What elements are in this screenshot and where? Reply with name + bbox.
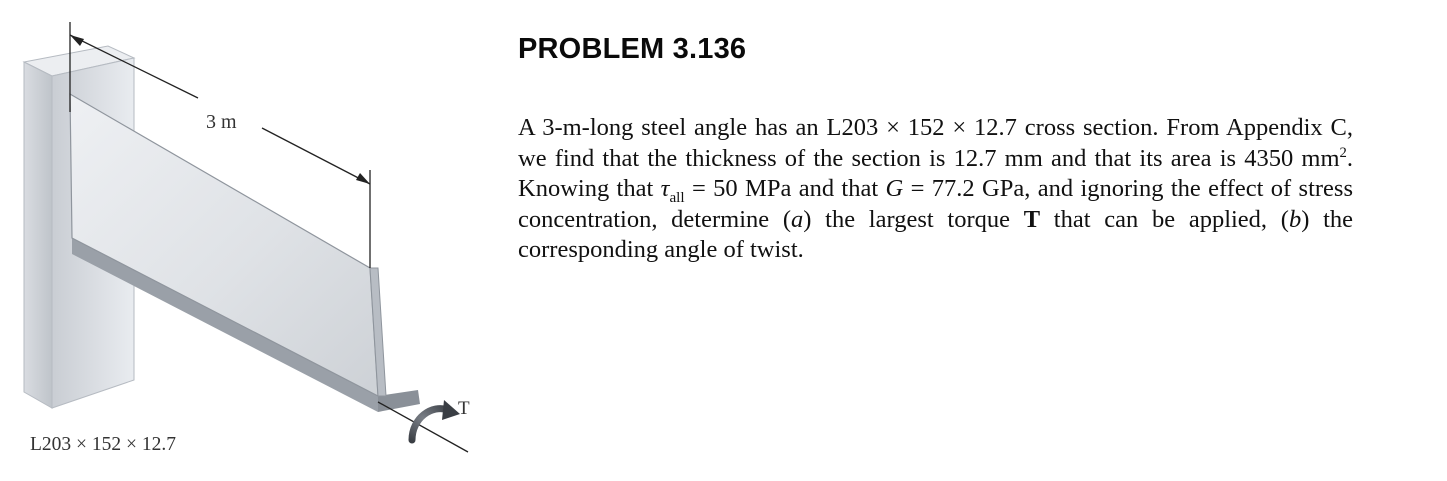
area-exponent: 2 bbox=[1339, 144, 1347, 161]
tau-value: = 50 MPa bbox=[684, 175, 792, 202]
problem-statement: A 3-m-long steel angle has an L203 × 152… bbox=[518, 113, 1353, 266]
text-segment: and that bbox=[791, 175, 886, 202]
text-segment: ) the largest torque bbox=[803, 205, 1024, 233]
problem-title: PROBLEM 3.136 bbox=[518, 33, 747, 65]
g-value: = 77.2 GPa, bbox=[903, 175, 1031, 202]
section-label: L203 × 152 × 12.7 bbox=[30, 434, 176, 455]
tau-subscript: all bbox=[669, 188, 685, 206]
part-a-marker: a bbox=[791, 205, 804, 233]
torque-label: T bbox=[458, 398, 470, 419]
text-segment: A 3-m-long steel angle has an bbox=[518, 114, 827, 141]
torque-symbol: T bbox=[1023, 205, 1041, 233]
part-b-marker: b bbox=[1288, 205, 1302, 233]
section-designation: L203 × 152 × 12.7 bbox=[826, 114, 1017, 141]
angle-bar-figure: 3 m T L203 × 152 × 12.7 bbox=[22, 22, 470, 455]
length-label: 3 m bbox=[206, 111, 237, 133]
text-segment: that can be applied, ( bbox=[1040, 205, 1289, 233]
g-symbol: G bbox=[885, 175, 904, 202]
